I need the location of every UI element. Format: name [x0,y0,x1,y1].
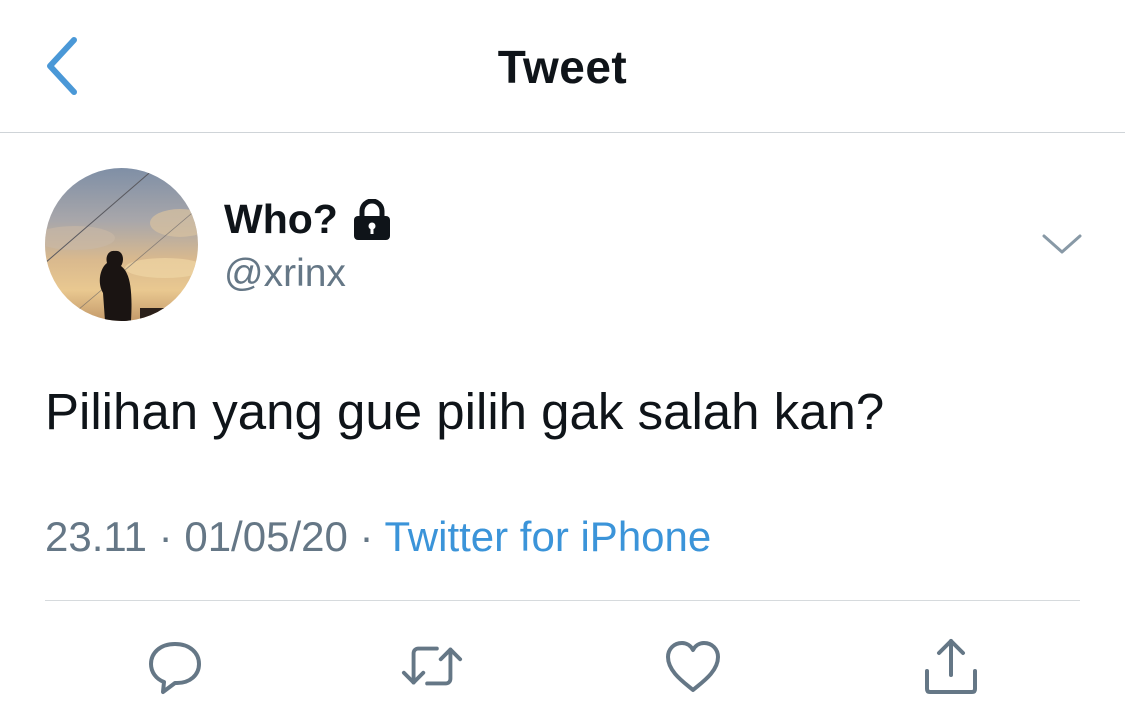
retweet-icon [401,646,463,686]
chevron-down-icon [1042,234,1082,254]
meta-separator: · [158,513,173,560]
display-name-row: Who? [224,196,392,243]
like-icon [666,641,720,692]
tweet-metadata: 23.11 · 01/05/20 · Twitter for iPhone [45,513,711,561]
action-bar [0,626,1125,706]
share-icon [925,639,977,694]
avatar[interactable] [45,168,198,321]
tweet-time: 23.11 [45,513,147,560]
page-title: Tweet [497,41,628,93]
reply-button[interactable] [143,634,207,698]
tweet-source-link[interactable]: Twitter for iPhone [384,513,711,560]
retweet-button[interactable] [400,634,464,698]
more-options-button[interactable] [1040,228,1084,260]
user-handle[interactable]: @xrinx [224,252,346,296]
lock-icon [353,198,390,240]
share-button[interactable] [919,634,983,698]
tweet-text: Pilihan yang gue pilih gak salah kan? [45,383,885,440]
tweet-date: 01/05/20 [184,513,348,560]
top-bar: Tweet [0,0,1125,133]
divider [45,600,1080,601]
like-button[interactable] [661,634,725,698]
display-name[interactable]: Who? [224,196,338,243]
reply-icon [149,642,201,694]
avatar-image [45,168,198,321]
meta-separator: · [359,513,374,560]
